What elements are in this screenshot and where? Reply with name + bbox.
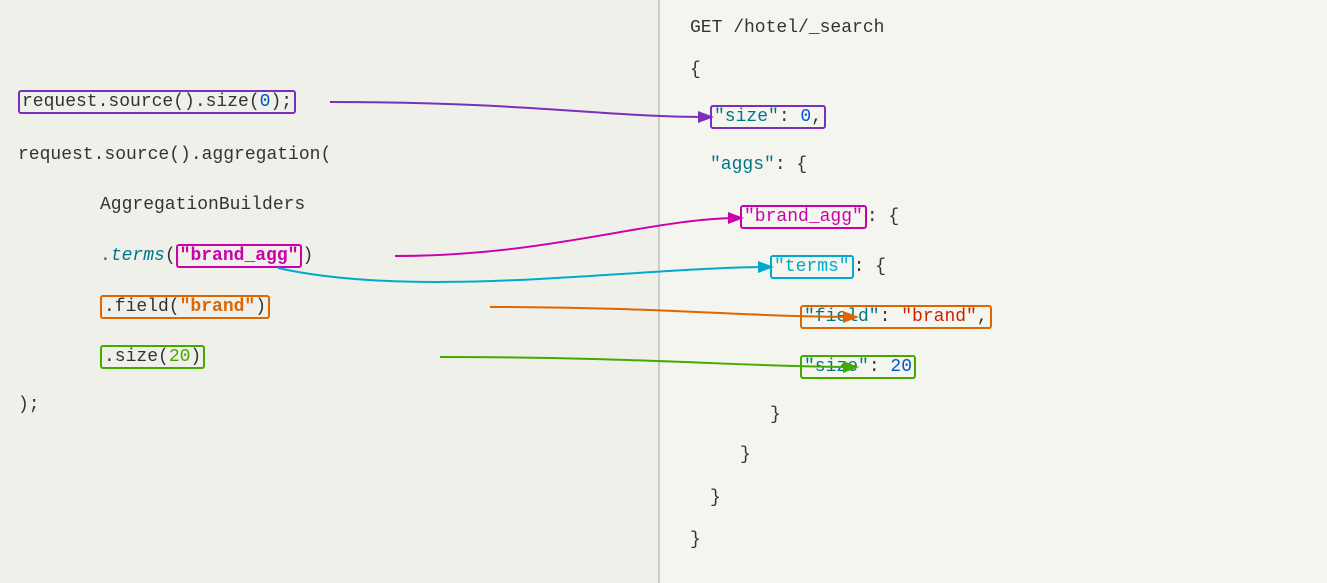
code-line-1: request.source().size(0);	[18, 90, 296, 114]
close-brace-3-text: }	[710, 488, 721, 508]
code-line-3: AggregationBuilders	[100, 195, 305, 215]
brand-agg-brace: : {	[867, 207, 899, 227]
close-brace-4: }	[690, 530, 701, 550]
size20-right-text: "size": 20	[804, 357, 912, 377]
dot-terms-prefix: .	[100, 246, 111, 266]
terms-right-text: "terms"	[774, 257, 850, 277]
size-box-right: "size": 0,	[710, 105, 826, 129]
size-call-text: request.source().size(0);	[22, 92, 292, 112]
line2-text: request.source().aggregation(	[18, 145, 331, 165]
close-brace-4-text: }	[690, 530, 701, 550]
size20-field: "size": 20	[800, 355, 916, 379]
line3-text: AggregationBuilders	[100, 195, 305, 215]
close-brace-1-text: }	[770, 405, 781, 425]
api-title-text: GET /hotel/_search	[690, 18, 884, 38]
field-left-text: .field("brand")	[104, 297, 266, 317]
open-brace: {	[690, 60, 701, 80]
brand-agg-right-text: "brand_agg"	[744, 207, 863, 227]
aggs-colon: : {	[775, 155, 807, 175]
code-line-6: .size(20)	[100, 345, 205, 369]
aggs-field: "aggs": {	[710, 155, 807, 175]
brand-agg-field: "brand_agg" : {	[740, 205, 899, 229]
aggs-text: "aggs"	[710, 155, 775, 175]
size20-left-text: .size(20)	[104, 347, 201, 367]
field-box-right: "field": "brand",	[800, 305, 992, 329]
close-brace-2: }	[740, 445, 751, 465]
size-field-right: "size": 0,	[710, 105, 826, 129]
field-field: "field": "brand",	[800, 305, 992, 329]
terms-colon: : {	[854, 257, 886, 277]
right-panel: GET /hotel/_search { "size": 0, "aggs": …	[660, 0, 1327, 583]
code-line-5: .field("brand")	[100, 295, 270, 319]
close-brace-3: }	[710, 488, 721, 508]
brand-agg-box-left: "brand_agg"	[176, 244, 303, 268]
code-line-2: request.source().aggregation(	[18, 145, 331, 165]
code-line-4: .terms("brand_agg")	[100, 244, 313, 268]
open-brace-text: {	[690, 60, 701, 80]
size-call-box: request.source().size(0);	[18, 90, 296, 114]
size-right-text: "size": 0,	[714, 107, 822, 127]
field-right-text: "field": "brand",	[804, 307, 988, 327]
size20-box-left: .size(20)	[100, 345, 205, 369]
terms-box-right: "terms"	[770, 255, 854, 279]
line7-text: );	[18, 395, 40, 415]
size20-box-right: "size": 20	[800, 355, 916, 379]
field-box-left: .field("brand")	[100, 295, 270, 319]
close-brace-2-text: }	[740, 445, 751, 465]
left-panel: request.source().size(0); request.source…	[0, 0, 660, 583]
api-title: GET /hotel/_search	[690, 18, 884, 38]
brand-agg-box-right: "brand_agg"	[740, 205, 867, 229]
terms-method: terms	[111, 246, 165, 266]
close-brace-1: }	[770, 405, 781, 425]
code-line-7: );	[18, 395, 40, 415]
terms-field: "terms" : {	[770, 255, 886, 279]
brand-agg-left-text: "brand_agg"	[180, 246, 299, 266]
